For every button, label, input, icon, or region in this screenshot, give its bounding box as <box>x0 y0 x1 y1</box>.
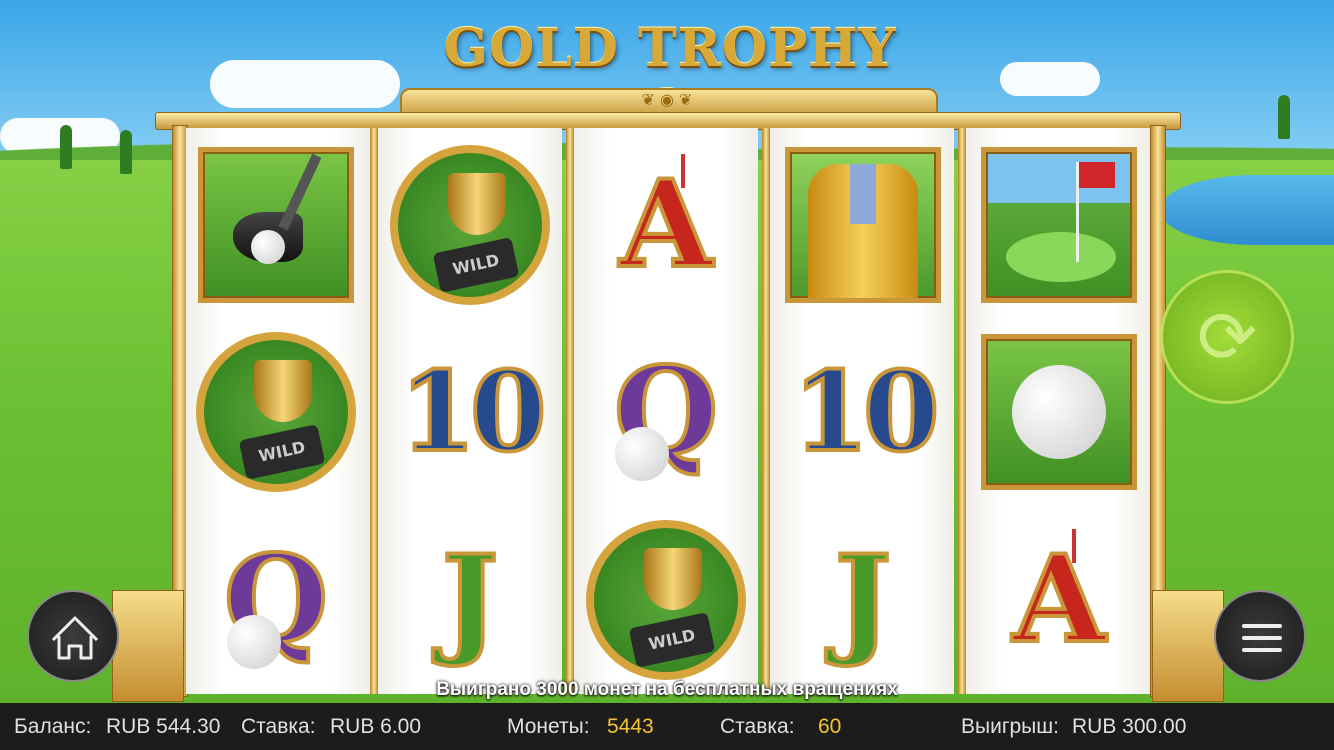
symbol-A: A <box>581 140 751 310</box>
symbol-Q: Q <box>191 515 361 685</box>
golf-ball-icon <box>227 615 281 669</box>
spin-button[interactable]: ⟳ <box>1160 270 1294 404</box>
hamburger-menu-icon <box>1242 624 1282 652</box>
win-value: RUB 300.00 <box>1072 715 1187 738</box>
home-icon <box>51 616 99 660</box>
red-flag-icon <box>1072 529 1076 563</box>
home-button[interactable] <box>27 590 119 682</box>
symbol-ball <box>974 327 1144 497</box>
cloud <box>1000 62 1100 96</box>
coins-label: Монеты: <box>507 715 590 738</box>
symbol-wild: WILD <box>191 327 361 497</box>
letter-j: J <box>833 529 894 670</box>
golf-driver-icon <box>198 147 354 303</box>
golf-ball-tile-icon <box>981 334 1137 490</box>
letter-j: J <box>440 529 501 670</box>
symbol-A: A <box>974 515 1144 685</box>
coin-bet-value: 60 <box>818 715 842 738</box>
status-bar: Баланс: RUB 544.30 Ставка: RUB 6.00 Моне… <box>0 703 1334 750</box>
number-ten: 10 <box>790 347 941 476</box>
wild-trophy-icon: WILD <box>586 520 746 680</box>
symbol-J: J <box>778 515 948 685</box>
game-logo: GOLD TROPHY 2 <box>443 18 897 140</box>
coin-bet-label: Ставка: <box>720 715 795 738</box>
reel-separator <box>566 128 574 694</box>
win-label: Выигрыш: <box>961 715 1059 738</box>
golf-flag-icon <box>981 147 1137 303</box>
laurel-ornament-icon: ❦ ◉ ❦ <box>641 90 693 109</box>
bet-value: RUB 6.00 <box>330 715 422 738</box>
gold-jacket-icon <box>785 147 941 303</box>
balance-label: Баланс: <box>14 715 92 738</box>
tree <box>1278 95 1290 139</box>
coins-value: 5443 <box>607 715 654 738</box>
symbol-driver <box>191 140 361 310</box>
letter-a: A <box>617 154 714 295</box>
bet-label: Ставка: <box>241 715 316 738</box>
balance-value: RUB 544.30 <box>106 715 221 738</box>
symbol-wild: WILD <box>581 515 751 685</box>
tree <box>60 125 72 169</box>
number-ten: 10 <box>397 347 548 476</box>
reel-separator <box>958 128 966 694</box>
letter-a: A <box>1010 529 1107 670</box>
refresh-icon: ⟳ <box>1196 295 1258 379</box>
tree <box>120 130 132 174</box>
symbol-10: 10 <box>385 327 555 497</box>
wild-trophy-icon: WILD <box>390 145 550 305</box>
symbol-wild: WILD <box>385 140 555 310</box>
red-flag-icon <box>681 154 685 188</box>
symbol-Q: Q <box>581 327 751 497</box>
cloud <box>210 60 400 108</box>
wild-trophy-icon: WILD <box>196 332 356 492</box>
menu-button[interactable] <box>1214 590 1306 682</box>
win-message: Выиграно 3000 монет на бесплатных вращен… <box>436 679 898 700</box>
golf-ball-icon <box>615 427 669 481</box>
symbol-10: 10 <box>778 327 948 497</box>
symbol-J: J <box>385 515 555 685</box>
reel-separator <box>762 128 770 694</box>
symbol-flag <box>974 140 1144 310</box>
reel-separator <box>370 128 378 694</box>
symbol-jacket <box>778 140 948 310</box>
